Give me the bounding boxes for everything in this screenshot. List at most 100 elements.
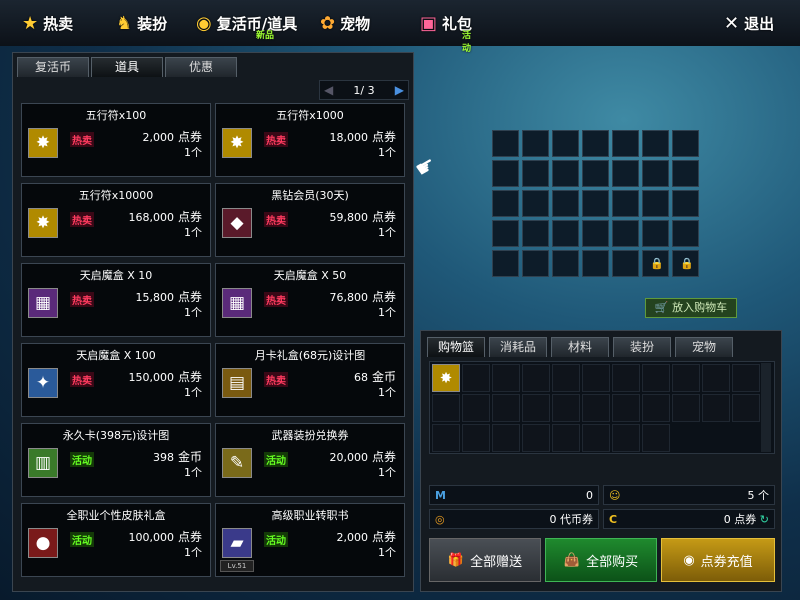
item-card[interactable]: 天启魔盒 X 50 ▦ 热卖 76,800 点券 1个 bbox=[215, 263, 405, 337]
preview-slot[interactable] bbox=[642, 130, 669, 157]
tab-outfit[interactable]: 装扮 bbox=[613, 337, 671, 357]
preview-slot[interactable]: 🔒 bbox=[642, 250, 669, 277]
preview-slot[interactable] bbox=[582, 220, 609, 247]
basket-slot[interactable] bbox=[582, 394, 610, 422]
basket-slot[interactable] bbox=[462, 424, 490, 452]
preview-slot[interactable] bbox=[522, 160, 549, 187]
basket-slot[interactable] bbox=[522, 394, 550, 422]
basket-slot[interactable] bbox=[432, 394, 460, 422]
preview-slot[interactable] bbox=[552, 160, 579, 187]
tab-basket[interactable]: 购物篮 bbox=[427, 337, 485, 357]
item-title: 五行符x100 bbox=[85, 109, 147, 122]
next-page-button[interactable]: ▶ bbox=[395, 83, 404, 97]
preview-slot[interactable] bbox=[552, 130, 579, 157]
refresh-icon[interactable]: ↻ bbox=[760, 513, 769, 526]
item-card[interactable]: 高级职业转职书 ▰ 活动 2,000 点券 1个 Lv.51 bbox=[215, 503, 405, 577]
preview-slot[interactable] bbox=[582, 130, 609, 157]
item-card[interactable]: 五行符x1000 ✸ 热卖 18,000 点券 1个 bbox=[215, 103, 405, 177]
preview-slot[interactable] bbox=[492, 250, 519, 277]
exit-button[interactable]: ✕ 退出 bbox=[724, 10, 774, 36]
preview-slot[interactable] bbox=[522, 130, 549, 157]
item-card[interactable]: 永久卡(398元)设计图 ▥ 活动 398 金币 1个 bbox=[21, 423, 211, 497]
preview-slot[interactable] bbox=[552, 220, 579, 247]
preview-slot[interactable] bbox=[582, 250, 609, 277]
prev-page-button[interactable]: ◀ bbox=[324, 83, 333, 97]
basket-slot[interactable] bbox=[642, 424, 670, 452]
preview-slot[interactable] bbox=[612, 250, 639, 277]
nav-gift-pack[interactable]: ▣ 礼包 活动 bbox=[420, 10, 472, 55]
tab-discount[interactable]: 优惠 bbox=[165, 57, 237, 77]
preview-slot[interactable] bbox=[492, 160, 519, 187]
basket-slot[interactable] bbox=[642, 394, 670, 422]
item-card[interactable]: 武器装扮兑换券 ✎ 活动 20,000 点券 1个 bbox=[215, 423, 405, 497]
preview-slot[interactable] bbox=[642, 190, 669, 217]
preview-slot[interactable] bbox=[492, 220, 519, 247]
item-card[interactable]: 五行符x100 ✸ 热卖 2,000 点券 1个 bbox=[21, 103, 211, 177]
item-card[interactable]: 黑钻会员(30天) ◆ 热卖 59,800 点券 1个 bbox=[215, 183, 405, 257]
basket-slot[interactable] bbox=[642, 364, 670, 392]
preview-slot[interactable] bbox=[672, 190, 699, 217]
nav-hot[interactable]: ★ 热卖 bbox=[22, 10, 73, 36]
nav-outfit[interactable]: ♞ 装扮 bbox=[116, 10, 167, 36]
basket-slot[interactable] bbox=[492, 364, 520, 392]
basket-slot[interactable] bbox=[522, 424, 550, 452]
basket-slot[interactable] bbox=[522, 364, 550, 392]
preview-slot[interactable] bbox=[492, 190, 519, 217]
tab-materials[interactable]: 材料 bbox=[551, 337, 609, 357]
item-card[interactable]: 五行符x10000 ✸ 热卖 168,000 点券 1个 bbox=[21, 183, 211, 257]
preview-slot[interactable]: 🔒 bbox=[672, 250, 699, 277]
basket-slot[interactable] bbox=[462, 364, 490, 392]
nav-pet[interactable]: ✿ 宠物 bbox=[320, 10, 370, 36]
preview-slot[interactable] bbox=[672, 160, 699, 187]
basket-slot[interactable] bbox=[462, 394, 490, 422]
preview-slot[interactable] bbox=[582, 190, 609, 217]
item-card[interactable]: 天启魔盒 X 10 ▦ 热卖 15,800 点券 1个 bbox=[21, 263, 211, 337]
preview-slot[interactable] bbox=[522, 220, 549, 247]
item-card[interactable]: 天启魔盒 X 100 ✦ 热卖 150,000 点券 1个 bbox=[21, 343, 211, 417]
item-card[interactable]: 月卡礼盒(68元)设计图 ▤ 热卖 68 金币 1个 bbox=[215, 343, 405, 417]
preview-slot[interactable] bbox=[552, 190, 579, 217]
basket-slot[interactable] bbox=[582, 424, 610, 452]
preview-slot[interactable] bbox=[672, 220, 699, 247]
buy-all-button[interactable]: 👜 全部购买 bbox=[545, 538, 657, 582]
preview-slot[interactable] bbox=[642, 160, 669, 187]
basket-slot[interactable] bbox=[732, 364, 760, 392]
preview-slot[interactable] bbox=[522, 250, 549, 277]
basket-scrollbar[interactable] bbox=[761, 363, 771, 452]
tab-consumables[interactable]: 消耗品 bbox=[489, 337, 547, 357]
preview-slot[interactable] bbox=[582, 160, 609, 187]
basket-slot[interactable] bbox=[612, 364, 640, 392]
preview-slot[interactable] bbox=[642, 220, 669, 247]
basket-slot[interactable] bbox=[702, 364, 730, 392]
basket-slot[interactable] bbox=[612, 424, 640, 452]
basket-slot[interactable] bbox=[702, 394, 730, 422]
basket-slot[interactable] bbox=[672, 364, 700, 392]
item-card[interactable]: 全职业个性皮肤礼盒 ● 活动 100,000 点券 1个 bbox=[21, 503, 211, 577]
basket-slot[interactable] bbox=[582, 364, 610, 392]
preview-slot[interactable] bbox=[552, 250, 579, 277]
basket-slot[interactable] bbox=[552, 394, 580, 422]
preview-slot[interactable] bbox=[492, 130, 519, 157]
basket-slot[interactable] bbox=[552, 364, 580, 392]
preview-slot[interactable] bbox=[612, 130, 639, 157]
add-to-cart-button[interactable]: 🛒 放入购物车 bbox=[645, 298, 737, 318]
tab-items[interactable]: 道具 bbox=[91, 57, 163, 77]
basket-slot[interactable]: ✸ bbox=[432, 364, 460, 392]
basket-slot[interactable] bbox=[492, 394, 520, 422]
recharge-button[interactable]: ◉ 点券充值 bbox=[661, 538, 775, 582]
preview-slot[interactable] bbox=[612, 160, 639, 187]
gift-all-button[interactable]: 🎁 全部赠送 bbox=[429, 538, 541, 582]
tab-pets[interactable]: 宠物 bbox=[675, 337, 733, 357]
basket-slot[interactable] bbox=[552, 424, 580, 452]
tab-revive-coin[interactable]: 复活币 bbox=[17, 57, 89, 77]
preview-slot[interactable] bbox=[612, 190, 639, 217]
nav-revive-items[interactable]: ◉ 复活币/道具 新品 bbox=[196, 10, 297, 42]
preview-slot[interactable] bbox=[672, 130, 699, 157]
basket-slot[interactable] bbox=[732, 394, 760, 422]
basket-slot[interactable] bbox=[492, 424, 520, 452]
preview-slot[interactable] bbox=[522, 190, 549, 217]
basket-slot[interactable] bbox=[672, 394, 700, 422]
basket-slot[interactable] bbox=[432, 424, 460, 452]
preview-slot[interactable] bbox=[612, 220, 639, 247]
basket-slot[interactable] bbox=[612, 394, 640, 422]
